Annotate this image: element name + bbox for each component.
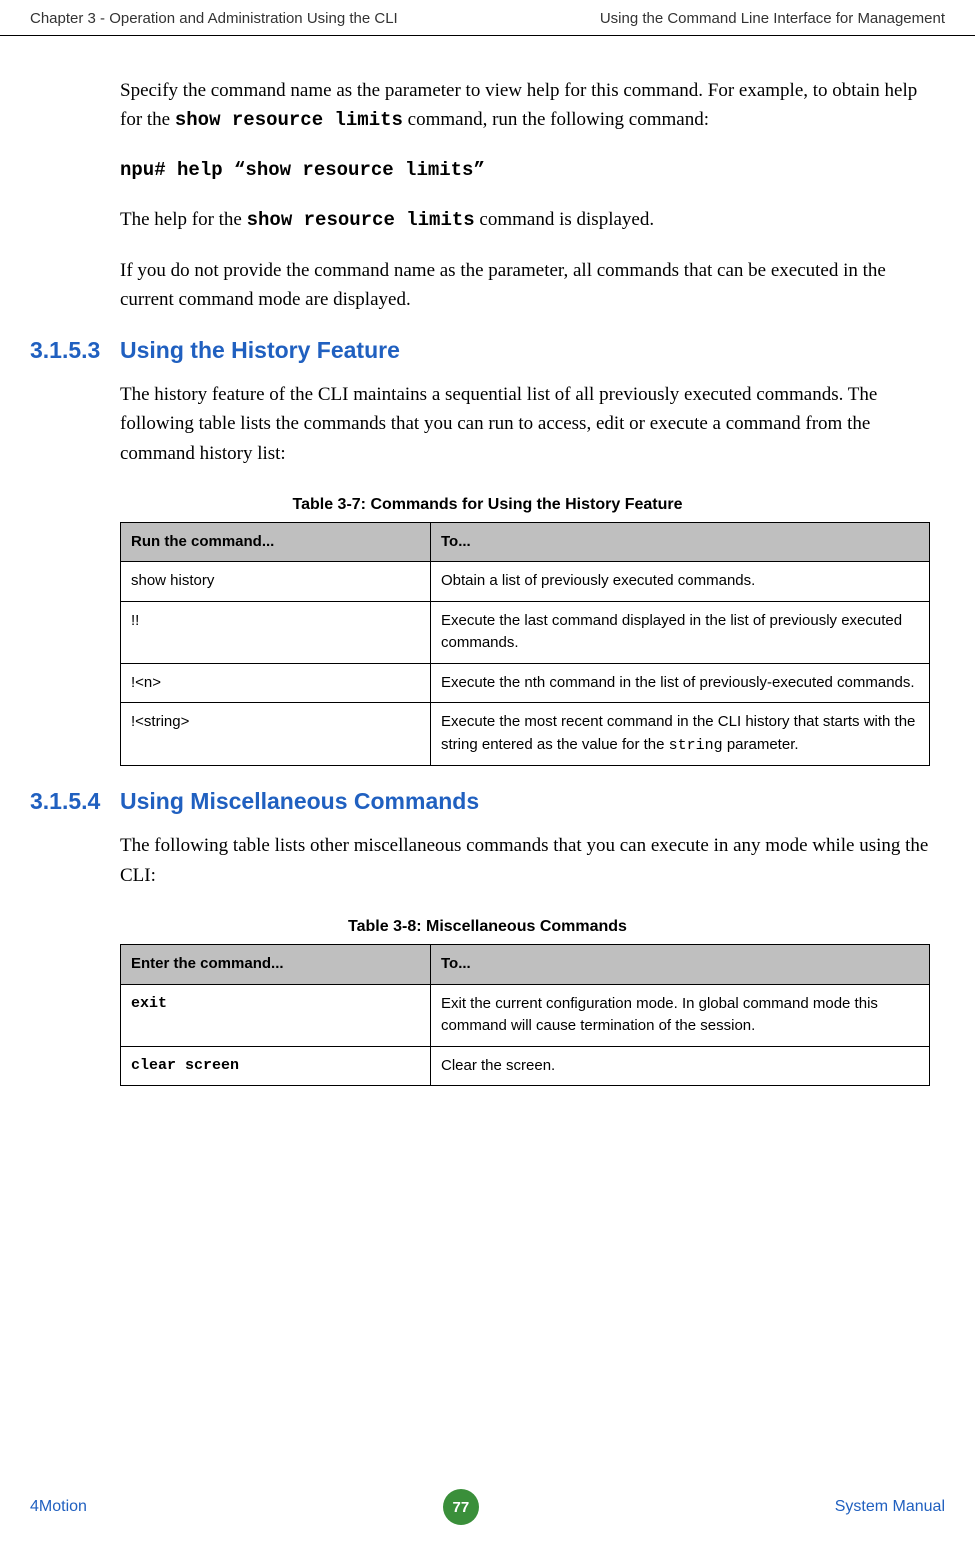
misc-commands-table: Enter the command... To... exit Exit the…: [120, 944, 930, 1086]
table-row: exit Exit the current configuration mode…: [121, 984, 930, 1046]
table-cell: !<n>: [121, 663, 431, 703]
table-header: To...: [431, 522, 930, 562]
paragraph: Specify the command name as the paramete…: [120, 76, 940, 136]
table-caption: Table 3-8: Miscellaneous Commands: [30, 918, 945, 936]
table-cell: show history: [121, 562, 431, 602]
content: Specify the command name as the paramete…: [0, 36, 975, 1086]
page-number: 77: [443, 1489, 479, 1525]
footer-right: System Manual: [835, 1498, 945, 1516]
header-left: Chapter 3 - Operation and Administration…: [30, 10, 398, 27]
inline-command: show resource limits: [175, 109, 403, 131]
paragraph: If you do not provide the command name a…: [120, 256, 940, 315]
paragraph: The history feature of the CLI maintains…: [120, 380, 940, 468]
footer-left: 4Motion: [30, 1498, 87, 1516]
table-row: !<n> Execute the nth command in the list…: [121, 663, 930, 703]
table-cell: !!: [121, 601, 431, 663]
table-header: Run the command...: [121, 522, 431, 562]
page-footer: 4Motion 77 System Manual: [0, 1489, 975, 1525]
section-heading: 3.1.5.4 Using Miscellaneous Commands: [30, 788, 945, 815]
section-title: Using Miscellaneous Commands: [120, 788, 479, 815]
table-row: clear screen Clear the screen.: [121, 1046, 930, 1086]
command-line: npu# help “show resource limits”: [120, 156, 940, 185]
table-header: Enter the command...: [121, 945, 431, 985]
header-right: Using the Command Line Interface for Man…: [600, 10, 945, 27]
table-cell: Execute the nth command in the list of p…: [431, 663, 930, 703]
section-title: Using the History Feature: [120, 337, 400, 364]
table-cell: !<string>: [121, 703, 431, 766]
inline-command: show resource limits: [247, 209, 475, 231]
inline-code: string: [669, 737, 723, 754]
table-header-row: Run the command... To...: [121, 522, 930, 562]
page-header: Chapter 3 - Operation and Administration…: [0, 0, 975, 36]
table-row: !<string> Execute the most recent comman…: [121, 703, 930, 766]
table-cell: Clear the screen.: [431, 1046, 930, 1086]
section-heading: 3.1.5.3 Using the History Feature: [30, 337, 945, 364]
section-number: 3.1.5.4: [30, 788, 120, 815]
table-cell: Execute the most recent command in the C…: [431, 703, 930, 766]
table-cell: Obtain a list of previously executed com…: [431, 562, 930, 602]
history-commands-table: Run the command... To... show history Ob…: [120, 522, 930, 767]
table-row: show history Obtain a list of previously…: [121, 562, 930, 602]
paragraph: The following table lists other miscella…: [120, 831, 940, 890]
table-header-row: Enter the command... To...: [121, 945, 930, 985]
table-cell: clear screen: [121, 1046, 431, 1086]
table-cell: Execute the last command displayed in th…: [431, 601, 930, 663]
table-cell: Exit the current configuration mode. In …: [431, 984, 930, 1046]
table-caption: Table 3-7: Commands for Using the Histor…: [30, 496, 945, 514]
table-row: !! Execute the last command displayed in…: [121, 601, 930, 663]
paragraph: The help for the show resource limits co…: [120, 205, 940, 235]
section-number: 3.1.5.3: [30, 337, 120, 364]
table-header: To...: [431, 945, 930, 985]
table-cell: exit: [121, 984, 431, 1046]
